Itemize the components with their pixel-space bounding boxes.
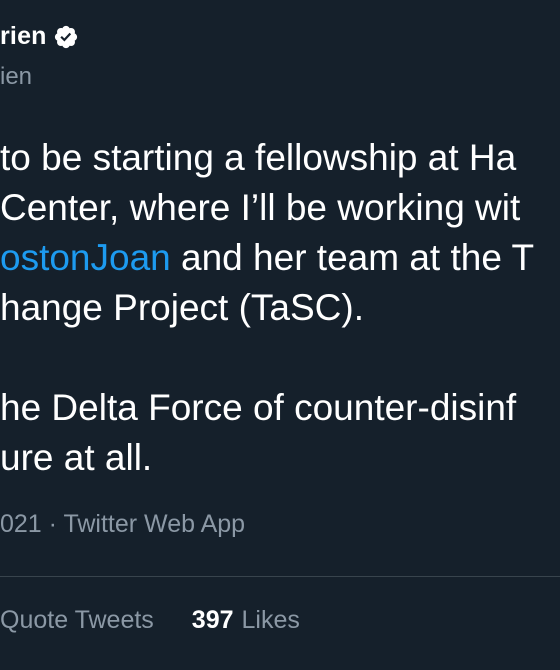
tweet-text-line: hange Project (TaSC). xyxy=(0,287,365,328)
tweet-text-line: ostonJoan and her team at the T xyxy=(0,233,534,283)
tweet-text: to be starting a fellowship at Ha Center… xyxy=(0,133,534,483)
likes-label: Likes xyxy=(241,606,300,634)
divider xyxy=(0,576,560,577)
tweet-meta: 021 · Twitter Web App xyxy=(0,510,245,539)
verified-badge-icon xyxy=(54,25,77,48)
quote-tweets-label: Quote Tweets xyxy=(0,606,154,634)
tweet-text-line: ure at all. xyxy=(0,437,153,478)
likes-count: 397 xyxy=(191,606,234,634)
author-name-text[interactable]: rien xyxy=(0,22,47,51)
likes-link[interactable]: 397 Likes xyxy=(192,606,300,635)
tweet-detail-view: rien ien to be starting a fellowship at … xyxy=(0,0,560,670)
engagement-stats: Quote Tweets 397 Likes xyxy=(0,606,300,635)
tweet-text-line: Center, where I’ll be working wit xyxy=(0,187,521,228)
quote-tweets-link[interactable]: Quote Tweets xyxy=(0,606,154,635)
tweet-text-line: to be starting a fellowship at Ha xyxy=(0,137,517,178)
author-handle[interactable]: ien xyxy=(0,63,32,91)
author-name[interactable]: rien xyxy=(0,22,79,51)
timestamp-link[interactable]: 021 xyxy=(0,510,42,538)
tweet-text-fragment: and her team at the T xyxy=(170,237,535,278)
tweet-text-line: he Delta Force of counter-disinf xyxy=(0,387,517,428)
mention-link[interactable]: ostonJoan xyxy=(0,237,171,278)
meta-separator: · xyxy=(41,510,64,538)
source-label: Twitter Web App xyxy=(63,510,246,538)
tweet-text-spacer xyxy=(0,333,534,383)
